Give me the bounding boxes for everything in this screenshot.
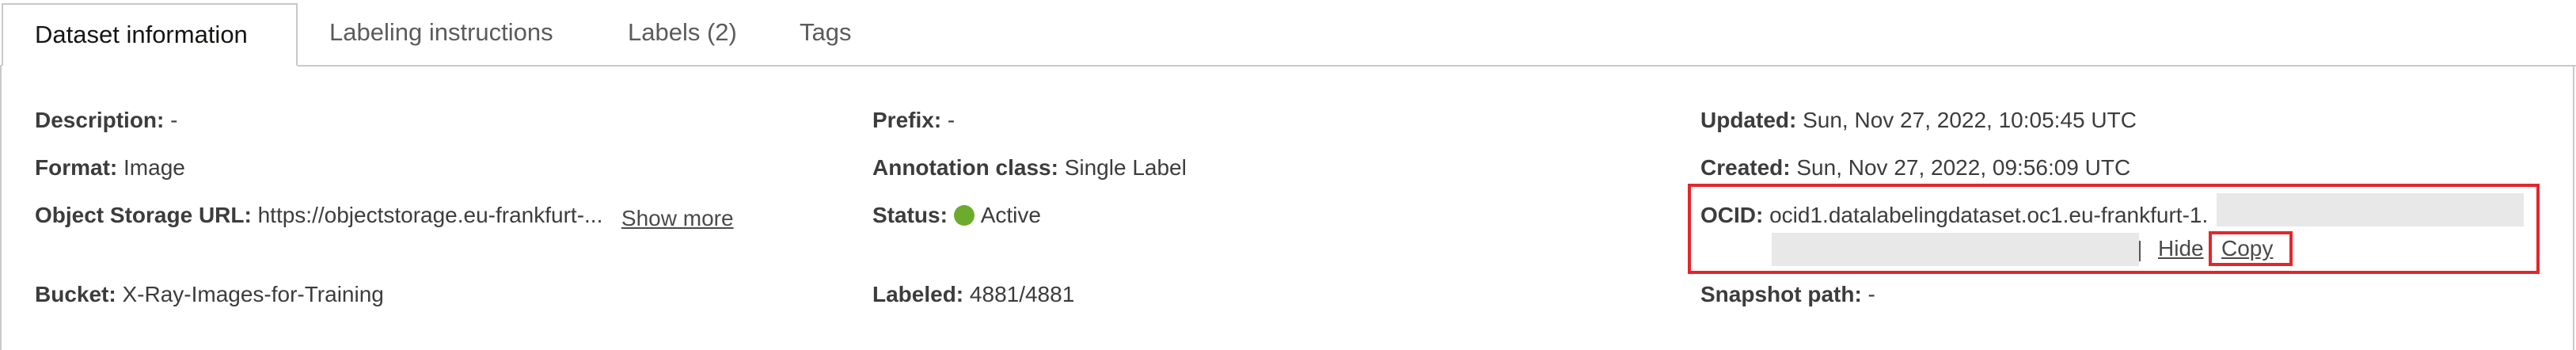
tab-labels[interactable]: Labels (2) — [628, 0, 737, 65]
tab-labeling-instructions[interactable]: Labeling instructions — [329, 0, 553, 65]
updated-row: Updated: Sun, Nov 27, 2022, 10:05:45 UTC — [1700, 106, 2137, 135]
prefix-value: - — [941, 108, 956, 132]
description-value: - — [164, 108, 178, 132]
description-row: Description: - — [35, 106, 177, 135]
annotation-class-row: Annotation class: Single Label — [872, 154, 1187, 182]
format-label: Format: — [35, 155, 118, 180]
format-row: Format: Image — [35, 154, 185, 182]
created-label: Created: — [1700, 155, 1791, 180]
tab-bar: Dataset information Labeling instruction… — [0, 0, 2576, 67]
annotation-class-label: Annotation class: — [872, 155, 1058, 180]
object-storage-url-value: https://objectstorage.eu-frankfurt-... — [251, 203, 603, 227]
status-active-icon — [953, 205, 975, 226]
snapshot-path-row: Snapshot path: - — [1700, 280, 1875, 309]
format-value: Image — [117, 155, 185, 180]
status-row: Status: Active — [872, 201, 1041, 230]
bucket-value: X-Ray-Images-for-Training — [116, 282, 384, 306]
show-more-link[interactable]: Show more — [621, 206, 734, 230]
prefix-row: Prefix: - — [872, 106, 955, 135]
snapshot-path-value: - — [1861, 282, 1875, 306]
snapshot-path-label: Snapshot path: — [1700, 282, 1862, 306]
ocid-highlight-box — [1688, 184, 2540, 274]
bucket-label: Bucket: — [35, 282, 116, 306]
tab-dataset-information[interactable]: Dataset information — [2, 3, 298, 67]
prefix-label: Prefix: — [872, 108, 942, 132]
status-value: Active — [980, 203, 1041, 227]
copy-highlight-box — [2209, 231, 2293, 266]
updated-label: Updated: — [1700, 108, 1797, 132]
labeled-value: 4881/4881 — [963, 282, 1075, 306]
updated-value: Sun, Nov 27, 2022, 10:05:45 UTC — [1796, 108, 2137, 132]
tab-tags[interactable]: Tags — [800, 0, 851, 65]
bucket-row: Bucket: X-Ray-Images-for-Training — [35, 280, 384, 309]
created-row: Created: Sun, Nov 27, 2022, 09:56:09 UTC — [1700, 154, 2130, 182]
object-storage-url-row: Object Storage URL: https://objectstorag… — [35, 201, 734, 230]
dataset-details-page: Dataset information Labeling instruction… — [0, 0, 2576, 350]
labeled-label: Labeled: — [872, 282, 964, 306]
object-storage-url-label: Object Storage URL: — [35, 203, 252, 227]
created-value: Sun, Nov 27, 2022, 09:56:09 UTC — [1790, 155, 2131, 180]
description-label: Description: — [35, 108, 165, 132]
labeled-row: Labeled: 4881/4881 — [872, 280, 1074, 309]
annotation-class-value: Single Label — [1058, 155, 1187, 180]
status-label: Status: — [872, 203, 948, 227]
